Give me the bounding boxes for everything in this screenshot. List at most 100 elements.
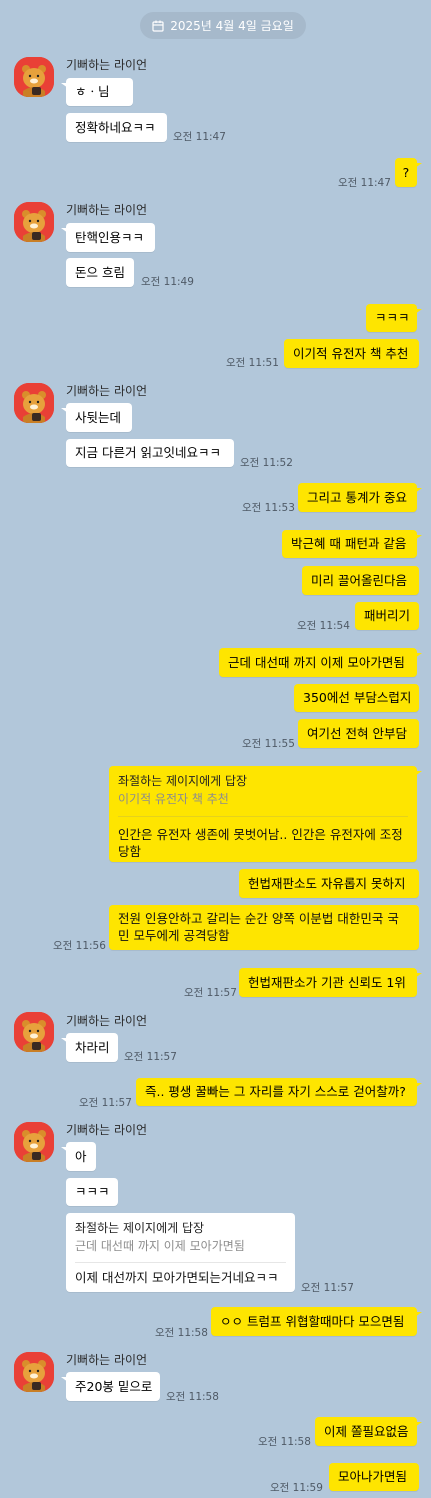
message-text: 전원 인용안하고 갈리는 순간 양쪽 이분법 대한민국 국	[118, 911, 399, 926]
sender-name: 기뻐하는 라이언	[66, 203, 148, 217]
message-bubble[interactable]: 차라리	[61, 1033, 118, 1062]
message-bubble[interactable]: 패버리기	[355, 602, 419, 630]
message-text: 인간은 유전자 생존에 못벗어남.. 인간은 유전자에 조정	[118, 827, 403, 842]
avatar[interactable]	[14, 1122, 54, 1162]
message-bubble[interactable]: 근데 대선때 까지 이제 모아가면됨	[219, 648, 422, 677]
timestamp: 오전 11:47	[338, 177, 391, 189]
avatar[interactable]	[14, 1012, 54, 1052]
message-bubble[interactable]: 미리 끌어올린다음	[302, 566, 419, 595]
message-text: 헌법재판소가 기관 신뢰도 1위	[248, 974, 406, 990]
sender-name: 기뻐하는 라이언	[66, 1353, 148, 1367]
message-bubble[interactable]: ㅇㅇ 트럼프 위협할때마다 모으면됨	[211, 1307, 422, 1336]
message-bubble[interactable]: 아	[61, 1142, 96, 1171]
timestamp: 오전 11:52	[240, 457, 293, 469]
message-bubble[interactable]: 헌법재판소도 자유롭지 못하지	[239, 869, 419, 898]
message-text: 당함	[118, 844, 142, 859]
timestamp: 오전 11:54	[297, 620, 350, 632]
ryan-avatar-icon	[14, 383, 54, 423]
message-text: 정확하네요ㅋㅋ	[75, 119, 156, 135]
message-bubble[interactable]: ㅎㆍ님	[61, 78, 133, 106]
timestamp: 오전 11:58	[258, 1436, 311, 1448]
timestamp: 오전 11:59	[270, 1482, 323, 1494]
reply-message-bubble[interactable]: 좌절하는 제이지에게 답장 근데 대선때 까지 이제 모아가면됨 이제 대선까지…	[66, 1213, 295, 1292]
message-text: 사뒷는데	[75, 409, 122, 425]
message-bubble[interactable]: 이기적 유전자 책 추천	[284, 339, 419, 368]
message-text: 헌법재판소도 자유롭지 못하지	[248, 875, 406, 891]
message-text: ㅋㅋㅋ	[75, 1184, 110, 1199]
reply-message-bubble[interactable]: 좌절하는 제이지에게 답장 이기적 유전자 책 추천 인간은 유전자 생존에 못…	[109, 766, 422, 862]
timestamp: 오전 11:57	[124, 1051, 177, 1063]
message-bubble[interactable]: 지금 다른거 읽고잇네요ㅋㅋ	[66, 439, 234, 467]
sender-name: 기뻐하는 라이언	[66, 384, 148, 398]
message-text: 그리고 통계가 중요	[307, 489, 407, 505]
message-text: 민 모두에게 공격당함	[118, 928, 230, 943]
message-text: 아	[75, 1148, 87, 1164]
message-bubble[interactable]: 즉.. 평생 꿀빠는 그 자리를 자기 스스로 걷어찰까?	[136, 1078, 422, 1106]
ryan-avatar-icon	[14, 1352, 54, 1392]
message-text: 즉.. 평생 꿀빠는 그 자리를 자기 스스로 걷어찰까?	[145, 1084, 406, 1099]
message-bubble[interactable]: ㅋㅋㅋ	[66, 1178, 118, 1206]
message-bubble[interactable]: 헌법재판소가 기관 신뢰도 1위	[239, 968, 422, 997]
message-text: 박근혜 때 패턴과 같음	[291, 536, 407, 551]
timestamp: 오전 11:57	[184, 987, 237, 999]
timestamp: 오전 11:56	[53, 940, 106, 952]
timestamp: 오전 11:58	[155, 1327, 208, 1339]
message-text: 이제 쫄필요없음	[324, 1423, 409, 1439]
message-text: 주20봉 밑으로	[75, 1378, 153, 1394]
message-text: 이제 대선까지 모아가면되는거네요ㅋㅋ	[75, 1270, 279, 1285]
message-bubble[interactable]: 이제 쫄필요없음	[315, 1417, 422, 1446]
message-text: 차라리	[75, 1039, 110, 1055]
message-bubble[interactable]: 전원 인용안하고 갈리는 순간 양쪽 이분법 대한민국 국 민 모두에게 공격당…	[109, 905, 419, 950]
avatar[interactable]	[14, 383, 54, 423]
ryan-avatar-icon	[14, 1012, 54, 1052]
timestamp: 오전 11:55	[242, 738, 295, 750]
message-bubble[interactable]: 주20봉 밑으로	[61, 1372, 160, 1401]
message-text: ?	[402, 164, 410, 180]
message-bubble[interactable]: 여기선 전혀 안부담	[298, 719, 419, 748]
timestamp: 오전 11:57	[301, 1282, 354, 1294]
message-text: 모아나가면됨	[338, 1469, 408, 1484]
avatar[interactable]	[14, 1352, 54, 1392]
message-text: 패버리기	[364, 608, 411, 623]
timestamp: 오전 11:58	[166, 1391, 219, 1403]
date-label: 2025년 4월 4일 금요일	[170, 19, 294, 33]
message-bubble[interactable]: 박근혜 때 패턴과 같음	[282, 530, 422, 558]
message-text: 근데 대선때 까지 이제 모아가면됨	[228, 654, 405, 670]
reply-quote[interactable]: 이기적 유전자 책 추천	[118, 791, 408, 807]
reply-header: 좌절하는 제이지에게 답장	[75, 1221, 205, 1235]
reply-divider	[118, 816, 408, 817]
avatar[interactable]	[14, 202, 54, 242]
message-text: 여기선 전혀 안부담	[307, 725, 407, 741]
ryan-avatar-icon	[14, 57, 54, 97]
message-bubble[interactable]: 사뒷는데	[61, 403, 132, 432]
message-bubble[interactable]: 350에선 부담스럽지	[294, 684, 419, 712]
message-bubble[interactable]: 탄핵인용ㅋㅋ	[61, 223, 155, 252]
calendar-icon	[152, 20, 164, 32]
reply-divider	[75, 1262, 286, 1263]
chat-window: 2025년 4월 4일 금요일 기뻐하는 라이언 ㅎㆍ님 정확하네요ㅋㅋ 오전 …	[0, 0, 431, 1498]
ryan-avatar-icon	[14, 202, 54, 242]
sender-name: 기뻐하는 라이언	[66, 1014, 148, 1028]
timestamp: 오전 11:49	[141, 276, 194, 288]
message-bubble[interactable]: ?	[395, 158, 422, 187]
message-text: ㅇㅇ 트럼프 위협할때마다 모으면됨	[220, 1313, 405, 1329]
date-divider: 2025년 4월 4일 금요일	[140, 12, 306, 39]
message-bubble[interactable]: 그리고 통계가 중요	[298, 483, 422, 512]
avatar[interactable]	[14, 57, 54, 97]
message-text: 탄핵인용ㅋㅋ	[75, 229, 145, 245]
message-text: 이기적 유전자 책 추천	[293, 345, 409, 361]
timestamp: 오전 11:57	[79, 1097, 132, 1109]
message-text: ㅎㆍ님	[75, 84, 110, 99]
reply-header: 좌절하는 제이지에게 답장	[118, 774, 248, 788]
reply-quote[interactable]: 근데 대선때 까지 이제 모아가면됨	[75, 1238, 286, 1254]
timestamp: 오전 11:51	[226, 357, 279, 369]
timestamp: 오전 11:53	[242, 502, 295, 514]
message-bubble[interactable]: 돈으 흐림	[66, 258, 134, 287]
message-bubble[interactable]: ㅋㅋㅋ	[366, 304, 422, 332]
message-text: 미리 끌어올린다음	[311, 572, 407, 588]
message-text: 지금 다른거 읽고잇네요ㅋㅋ	[75, 445, 221, 460]
message-text: 350에선 부담스럽지	[303, 690, 412, 705]
message-bubble[interactable]: 정확하네요ㅋㅋ	[66, 113, 167, 142]
message-bubble[interactable]: 모아나가면됨	[329, 1463, 419, 1491]
timestamp: 오전 11:47	[173, 131, 226, 143]
